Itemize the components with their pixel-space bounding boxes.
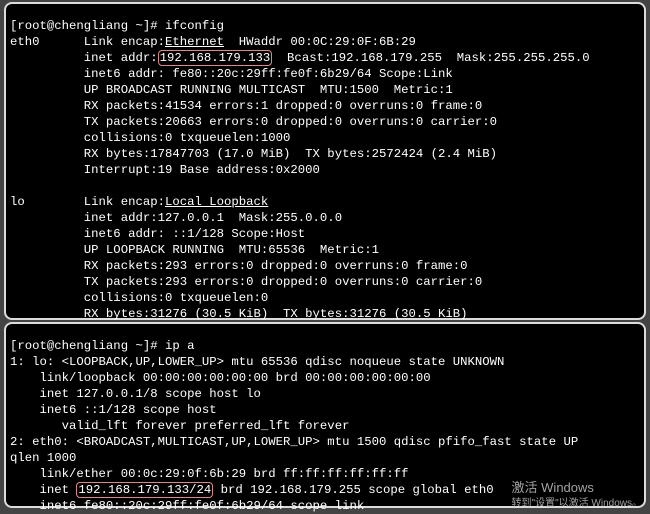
ipa-eth0-inet-a: inet bbox=[10, 483, 76, 497]
eth0-flags: UP BROADCAST RUNNING MULTICAST MTU:1500 … bbox=[10, 83, 453, 97]
ipa-eth0-ip-highlight: 192.168.179.133/24 bbox=[76, 482, 213, 498]
eth0-collisions: collisions:0 txqueuelen:1000 bbox=[10, 131, 290, 145]
ipa-eth0-qlen: qlen 1000 bbox=[10, 451, 76, 465]
terminal-output-ip-a: [root@chengliang ~]# ip a 1: lo: <LOOPBA… bbox=[6, 336, 644, 514]
lo-rx-packets: RX packets:293 errors:0 dropped:0 overru… bbox=[10, 259, 468, 273]
eth0-hwaddr: HWaddr 00:0C:29:0F:6B:29 bbox=[224, 35, 416, 49]
terminal-pane-ifconfig: [root@chengliang ~]# ifconfig eth0 Link … bbox=[4, 2, 646, 320]
lo-inet6: inet6 addr: ::1/128 Scope:Host bbox=[10, 227, 305, 241]
command-ifconfig: ifconfig bbox=[165, 19, 224, 33]
lo-bytes: RX bytes:31276 (30.5 KiB) TX bytes:31276… bbox=[10, 307, 468, 321]
eth0-link-encap-a: eth0 Link encap: bbox=[10, 35, 165, 49]
terminal-output-ifconfig: [root@chengliang ~]# ifconfig eth0 Link … bbox=[6, 16, 644, 324]
lo-encap-loopback: Local Loopback bbox=[165, 195, 268, 209]
eth0-bcast-mask: Bcast:192.168.179.255 Mask:255.255.255.0 bbox=[272, 51, 589, 65]
ipa-eth0-header: 2: eth0: <BROADCAST,MULTICAST,UP,LOWER_U… bbox=[10, 435, 586, 449]
eth0-tx-packets: TX packets:20663 errors:0 dropped:0 over… bbox=[10, 115, 497, 129]
command-ip-a: ip a bbox=[165, 339, 195, 353]
terminal-pane-ip-a: [root@chengliang ~]# ip a 1: lo: <LOOPBA… bbox=[4, 322, 646, 508]
eth0-ip-highlight: 192.168.179.133 bbox=[158, 50, 273, 66]
ipa-lo-link: link/loopback 00:00:00:00:00:00 brd 00:0… bbox=[10, 371, 431, 385]
ipa-eth0-inet6: inet6 fe80::20c:29ff:fe0f:6b29/64 scope … bbox=[10, 499, 364, 513]
lo-collisions: collisions:0 txqueuelen:0 bbox=[10, 291, 268, 305]
eth0-encap-ethernet: Ethernet bbox=[165, 35, 224, 49]
ipa-lo-header: 1: lo: <LOOPBACK,UP,LOWER_UP> mtu 65536 … bbox=[10, 355, 504, 369]
prompt: [root@chengliang ~]# bbox=[10, 339, 165, 353]
prompt: [root@chengliang ~]# bbox=[10, 19, 165, 33]
eth0-interrupt: Interrupt:19 Base address:0x2000 bbox=[10, 163, 320, 177]
ipa-eth0-inet-b: brd 192.168.179.255 scope global eth0 bbox=[213, 483, 493, 497]
ipa-lo-inet6: inet6 ::1/128 scope host bbox=[10, 403, 217, 417]
lo-link-encap-a: lo Link encap: bbox=[10, 195, 165, 209]
eth0-rx-packets: RX packets:41534 errors:1 dropped:0 over… bbox=[10, 99, 482, 113]
ipa-lo-lft: valid_lft forever preferred_lft forever bbox=[10, 419, 349, 433]
eth0-inet6: inet6 addr: fe80::20c:29ff:fe0f:6b29/64 … bbox=[10, 67, 453, 81]
lo-flags: UP LOOPBACK RUNNING MTU:65536 Metric:1 bbox=[10, 243, 379, 257]
lo-tx-packets: TX packets:293 errors:0 dropped:0 overru… bbox=[10, 275, 482, 289]
ipa-lo-inet: inet 127.0.0.1/8 scope host lo bbox=[10, 387, 261, 401]
eth0-bytes: RX bytes:17847703 (17.0 MiB) TX bytes:25… bbox=[10, 147, 497, 161]
ipa-eth0-link: link/ether 00:0c:29:0f:6b:29 brd ff:ff:f… bbox=[10, 467, 408, 481]
lo-inet: inet addr:127.0.0.1 Mask:255.0.0.0 bbox=[10, 211, 342, 225]
eth0-inet-label: inet addr: bbox=[10, 51, 158, 65]
